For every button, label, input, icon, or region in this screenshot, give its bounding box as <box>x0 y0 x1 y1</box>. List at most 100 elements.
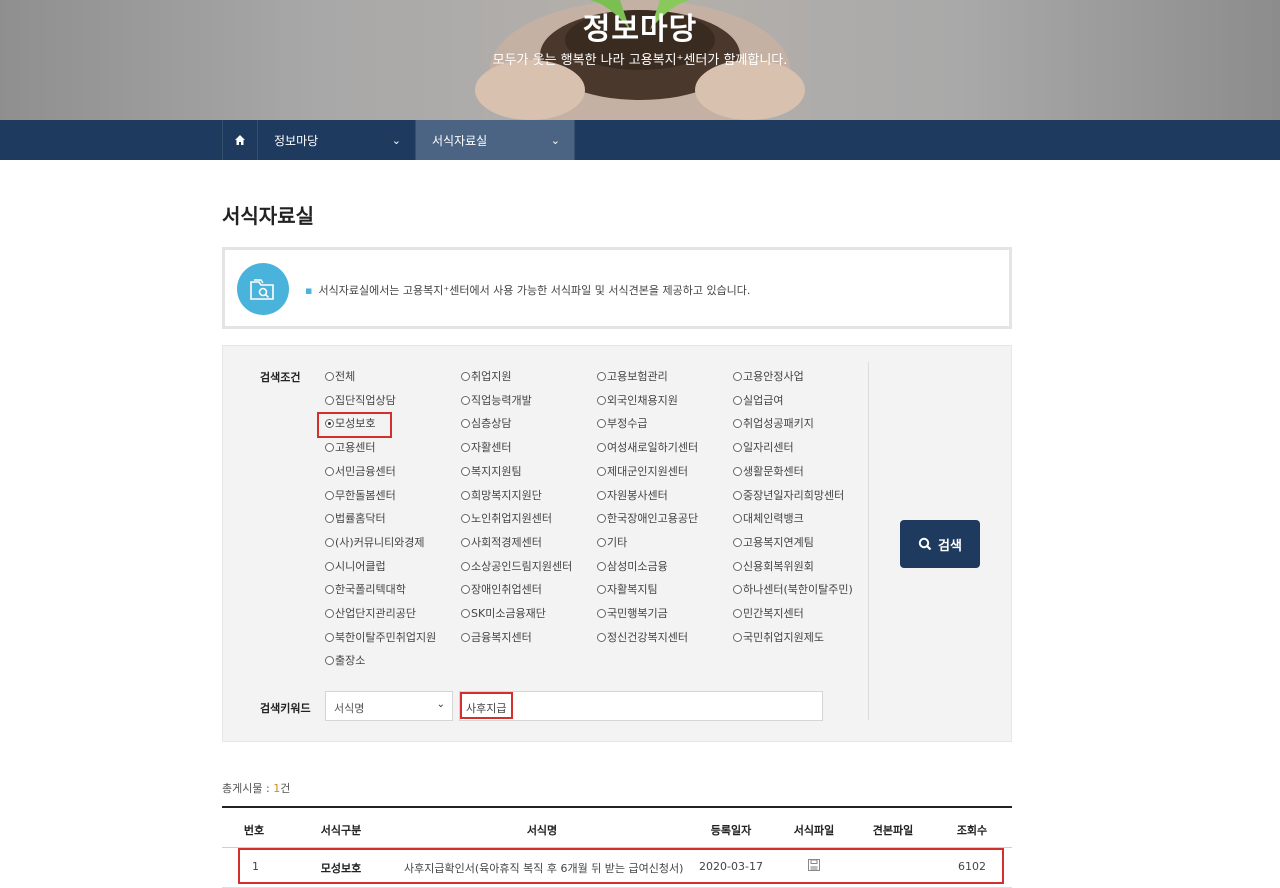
category-radio[interactable]: 자활센터 <box>461 441 511 455</box>
radio-label: 국민행복기금 <box>607 607 668 620</box>
nav-dropdown-forms[interactable]: 서식자료실 ⌄ <box>416 120 575 160</box>
category-radio[interactable]: 고용보험관리 <box>597 370 668 384</box>
category-radio[interactable]: 서민금융센터 <box>325 465 396 479</box>
radio-label: 한국폴리텍대학 <box>335 583 406 597</box>
category-radio[interactable]: 사회적경제센터 <box>461 536 542 550</box>
category-radio[interactable]: 중장년일자리희망센터 <box>733 489 844 503</box>
category-radio[interactable]: 직업능력개발 <box>461 394 532 408</box>
category-radio[interactable]: 국민취업지원제도 <box>733 631 824 645</box>
category-radio[interactable]: 대체인력뱅크 <box>733 512 804 526</box>
radio-circle-icon <box>325 537 334 547</box>
category-radio[interactable]: SK미소금융재단 <box>461 607 546 621</box>
radio-circle-icon <box>597 609 606 618</box>
radio-circle-icon <box>325 609 334 618</box>
category-radio[interactable]: 소상공인드림지원센터 <box>461 560 572 574</box>
category-radio[interactable]: 제대군인지원센터 <box>597 465 688 479</box>
radio-circle-icon <box>597 443 606 453</box>
radio-label: 자활복지팀 <box>607 583 658 597</box>
radio-label: 노인취업지원센터 <box>471 512 552 526</box>
category-radio[interactable]: 출장소 <box>325 654 365 668</box>
category-radio[interactable]: 집단직업상담 <box>325 394 396 408</box>
category-radio[interactable]: 실업급여 <box>733 394 783 408</box>
radio-label: 장애인취업센터 <box>471 583 542 597</box>
radio-circle-icon <box>733 372 742 381</box>
home-button[interactable] <box>222 120 258 160</box>
select-value: 서식명 <box>334 702 365 715</box>
category-radio[interactable]: 고용센터 <box>325 441 375 455</box>
category-radio[interactable]: 정신건강복지센터 <box>597 631 688 645</box>
radio-label: 부정수급 <box>607 417 648 431</box>
radio-circle-icon <box>733 419 742 429</box>
header-category: 서식구분 <box>320 824 362 837</box>
category-radio[interactable]: 북한이탈주민취업지원 <box>325 631 436 645</box>
category-radio[interactable]: 하나센터(북한이탈주민) <box>733 583 853 597</box>
category-radio[interactable]: 자활복지팀 <box>597 583 658 597</box>
radio-label: 금융복지센터 <box>471 630 532 644</box>
category-radio[interactable]: 민간복지센터 <box>733 607 804 621</box>
radio-label: SK미소금융재단 <box>471 607 546 620</box>
category-radio[interactable]: 노인취업지원센터 <box>461 512 552 526</box>
radio-circle-icon <box>461 443 470 453</box>
radio-circle-icon <box>325 443 334 453</box>
category-radio[interactable]: 한국장애인고용공단 <box>597 512 698 526</box>
radio-label: 중장년일자리희망센터 <box>743 488 845 502</box>
search-button[interactable]: 검색 <box>900 520 980 568</box>
bullet-icon: ▪ <box>305 284 313 297</box>
category-radio[interactable]: 심층상담 <box>461 417 511 431</box>
category-radio[interactable]: 국민행복기금 <box>597 607 668 621</box>
radio-circle-icon <box>597 466 606 476</box>
info-text: 서식자료실에서는 고용복지⁺센터에서 사용 가능한 서식파일 및 서식견본을 제… <box>318 284 751 297</box>
radio-label: 직업능력개발 <box>471 393 532 407</box>
category-radio[interactable]: 취업지원 <box>461 370 511 384</box>
category-radio[interactable]: 여성새로일하기센터 <box>597 441 698 455</box>
radio-circle-icon <box>733 466 742 476</box>
category-radio[interactable]: 장애인취업센터 <box>461 583 542 597</box>
search-button-label: 검색 <box>938 538 962 554</box>
radio-circle-icon <box>461 632 470 642</box>
category-radio[interactable]: 법률홈닥터 <box>325 512 386 526</box>
search-field-select[interactable]: 서식명 ⌄ <box>325 691 453 721</box>
radio-circle-icon <box>461 419 470 429</box>
radio-label: 고용센터 <box>335 441 376 455</box>
category-radio[interactable]: 외국인채용지원 <box>597 394 678 408</box>
category-radio[interactable]: 신용회복위원회 <box>733 560 814 574</box>
radio-label: 일자리센터 <box>743 441 794 455</box>
radio-label: 실업급여 <box>743 393 784 407</box>
radio-circle-icon <box>597 632 606 642</box>
category-radio[interactable]: 시니어클럽 <box>325 560 386 574</box>
category-radio[interactable]: 고용안정사업 <box>733 370 804 384</box>
category-radio[interactable]: 부정수급 <box>597 417 647 431</box>
category-radio[interactable]: 무한돌봄센터 <box>325 489 396 503</box>
category-radio[interactable]: 산업단지관리공단 <box>325 607 416 621</box>
radio-label: 신용회복위원회 <box>743 559 814 573</box>
radio-label: 희망복지지원단 <box>471 488 542 502</box>
total-count: 총게시물 : 1건 <box>222 780 290 796</box>
radio-label: 자원봉사센터 <box>607 488 668 502</box>
category-radio[interactable]: 전체 <box>325 370 355 384</box>
radio-circle-icon <box>597 537 606 547</box>
radio-circle-icon <box>733 561 742 571</box>
radio-label: 여성새로일하기센터 <box>607 441 699 455</box>
radio-label: 국민취업지원제도 <box>743 630 824 644</box>
radio-label: 출장소 <box>335 654 366 668</box>
category-radio[interactable]: 기타 <box>597 536 627 550</box>
info-text-wrap: ▪ 서식자료실에서는 고용복지⁺센터에서 사용 가능한 서식파일 및 서식견본을 … <box>305 282 750 298</box>
nav-dropdown-info[interactable]: 정보마당 ⌄ <box>258 120 416 160</box>
radio-circle-icon <box>325 632 334 642</box>
category-radio[interactable]: 고용복지연계팀 <box>733 536 814 550</box>
category-radio[interactable]: 한국폴리텍대학 <box>325 583 406 597</box>
category-radio[interactable]: 자원봉사센터 <box>597 489 668 503</box>
category-radio[interactable]: 취업성공패키지 <box>733 417 814 431</box>
category-radio[interactable]: 생활문화센터 <box>733 465 804 479</box>
radio-label: (사)커뮤니티와경제 <box>335 535 425 549</box>
keyword-input[interactable]: 사후지급 <box>459 691 823 721</box>
radio-circle-icon <box>325 466 334 476</box>
category-radio[interactable]: 희망복지지원단 <box>461 489 542 503</box>
hero-title: 정보마당 <box>582 12 698 47</box>
category-radio[interactable]: 삼성미소금융 <box>597 560 668 574</box>
category-radio[interactable]: 금융복지센터 <box>461 631 532 645</box>
category-radio[interactable]: 일자리센터 <box>733 441 794 455</box>
category-radio[interactable]: 복지지원팀 <box>461 465 522 479</box>
hero-subtitle: 모두가 웃는 행복한 나라 고용복지⁺센터가 함께합니다. <box>492 53 788 68</box>
category-radio[interactable]: (사)커뮤니티와경제 <box>325 536 425 550</box>
